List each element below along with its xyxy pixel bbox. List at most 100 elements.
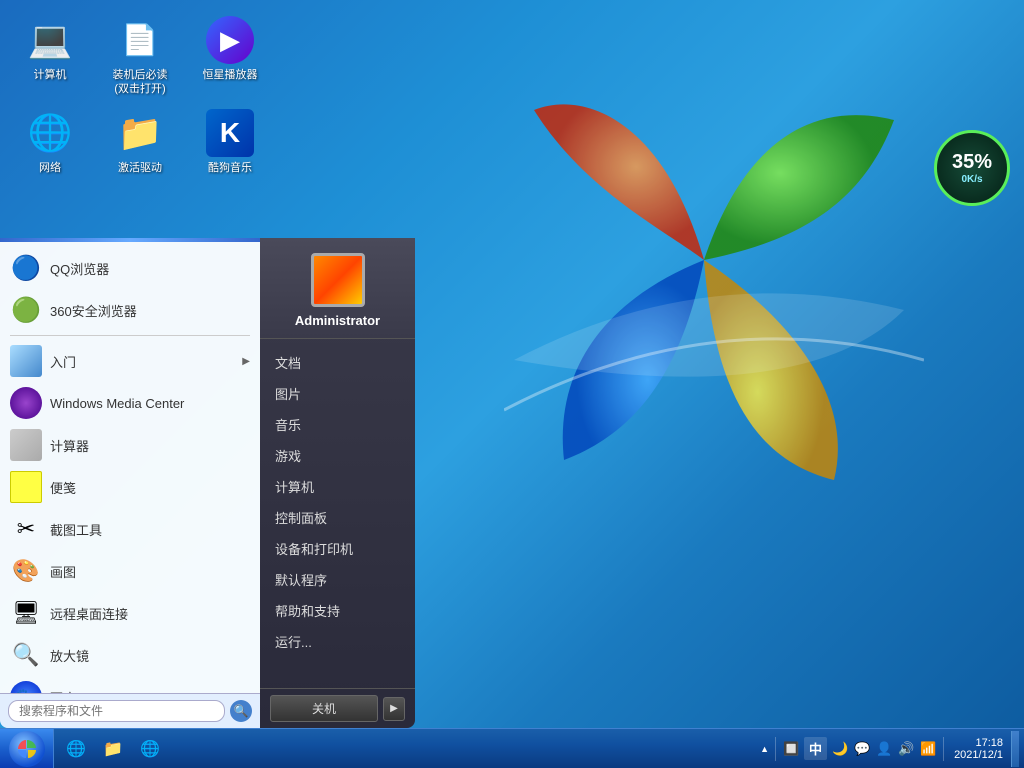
snipping-label: 截图工具 [50,520,250,539]
start-button[interactable] [0,729,54,768]
taskbar: 🌐 📁 🌐 ▲ 🔲 中 🌙 💬 👤 🔊 📶 17:18 2021/12/1 [0,728,1024,768]
remote-label: 远程桌面连接 [50,604,250,623]
install-apps-label: 装机后必读(双击打开) [106,68,174,97]
desktop-icons-container: 💻 计算机 📄 装机后必读(双击打开) ▶ 恒星播放器 🌐 网络 📁 激活驱动 [10,10,270,181]
start-menu-item-wmc[interactable]: Windows Media Center [0,382,260,424]
kkmusic-icon: K [206,109,254,157]
desktop-icon-row-2: 🌐 网络 📁 激活驱动 K 酷狗音乐 [10,103,270,181]
right-link-music[interactable]: 音乐 [260,409,415,440]
taskbar-app-network[interactable]: 🌐 [59,732,93,766]
tray-bubble-icon[interactable]: 💬 [853,740,871,758]
start-menu: 🔵 QQ浏览器 🟢 360安全浏览器 入门 ▶ [0,238,415,728]
tray-clock: 17:18 2021/12/1 [950,737,1007,761]
magnifier-icon: 🔍 [10,639,42,671]
baidu-icon: 🐾 [10,681,42,693]
taskbar-app-ie[interactable]: 🌐 [133,732,167,766]
start-menu-item-sticky[interactable]: 便笺 [0,466,260,508]
tray-checkbox-icon[interactable]: 🔲 [782,740,800,758]
taskbar-apps: 🌐 📁 🌐 [54,732,755,766]
search-button[interactable]: 🔍 [230,700,252,722]
media-player-icon: ▶ [206,16,254,64]
right-link-devices[interactable]: 设备和打印机 [260,533,415,564]
start-menu-item-calculator[interactable]: 计算器 [0,424,260,466]
user-section: Administrator [260,238,415,339]
start-menu-item-intro[interactable]: 入门 ▶ [0,340,260,382]
driver-label: 激活驱动 [118,161,162,175]
right-link-pictures[interactable]: 图片 [260,378,415,409]
start-menu-item-magnifier[interactable]: 🔍 放大镜 [0,634,260,676]
show-desktop-button[interactable] [1011,731,1019,767]
search-input[interactable] [8,700,225,722]
start-menu-items: 🔵 QQ浏览器 🟢 360安全浏览器 入门 ▶ [0,242,260,693]
tray-expand-arrow[interactable]: ▲ [760,744,769,754]
snipping-icon: ✂ [10,513,42,545]
desktop-icon-install-apps[interactable]: 📄 装机后必读(双击打开) [100,10,180,103]
right-link-default-programs[interactable]: 默认程序 [260,564,415,595]
start-menu-item-snipping[interactable]: ✂ 截图工具 [0,508,260,550]
start-menu-item-paint[interactable]: 🎨 画图 [0,550,260,592]
shutdown-button[interactable]: 关机 [270,695,378,722]
wmc-icon [10,387,42,419]
taskbar-app-explorer[interactable]: 📁 [96,732,130,766]
right-link-control-panel[interactable]: 控制面板 [260,502,415,533]
tray-volume-icon[interactable]: 🔊 [897,740,915,758]
start-menu-item-remote[interactable]: 🖥 远程桌面连接 [0,592,260,634]
taskbar-ie-icon: 🌐 [140,739,160,759]
media-player-label: 恒星播放器 [203,68,258,82]
kkmusic-label: 酷狗音乐 [208,161,252,175]
tray-user-icon[interactable]: 👤 [875,740,893,758]
paint-label: 画图 [50,562,250,581]
right-link-help[interactable]: 帮助和支持 [260,595,415,626]
network-icon: 🌐 [26,109,74,157]
network-label: 网络 [39,161,61,175]
start-menu-left: 🔵 QQ浏览器 🟢 360安全浏览器 入门 ▶ [0,238,260,728]
qq-browser-icon: 🔵 [10,252,42,284]
start-menu-item-baidu[interactable]: 🐾 百度一下 [0,676,260,693]
qq-browser-label: QQ浏览器 [50,259,250,278]
taskbar-network-icon: 🌐 [66,739,86,759]
start-orb [9,731,45,767]
divider-1 [10,335,250,336]
widget-speed: 0K/s [961,174,982,185]
shutdown-arrow[interactable]: ▶ [383,697,405,721]
right-link-games[interactable]: 游戏 [260,440,415,471]
start-menu-bottom: 关机 ▶ [260,688,415,728]
desktop-icon-computer[interactable]: 💻 计算机 [10,10,90,103]
desktop-icon-driver[interactable]: 📁 激活驱动 [100,103,180,181]
desktop-icon-kkmusic[interactable]: K 酷狗音乐 [190,103,270,181]
tray-divider-1 [775,737,776,761]
intro-label: 入门 [50,352,242,371]
desktop-widget: 35% 0K/s [934,130,1014,210]
widget-circle: 35% 0K/s [934,130,1010,206]
start-menu-item-qq-browser[interactable]: 🔵 QQ浏览器 [0,247,260,289]
computer-icon: 💻 [26,16,74,64]
start-menu-right: Administrator 文档 图片 音乐 游戏 计算机 控制面板 设备和打印… [260,238,415,728]
windows-orb-icon [16,738,38,760]
desktop: 💻 计算机 📄 装机后必读(双击打开) ▶ 恒星播放器 🌐 网络 📁 激活驱动 [0,0,1024,768]
driver-icon: 📁 [116,109,164,157]
tray-network-tray-icon[interactable]: 📶 [919,740,937,758]
intro-arrow: ▶ [242,356,250,367]
tray-date: 2021/12/1 [954,749,1003,761]
sticky-label: 便笺 [50,478,250,497]
tray-moon-icon[interactable]: 🌙 [831,740,849,758]
install-apps-icon: 📄 [116,16,164,64]
calculator-label: 计算器 [50,436,250,455]
right-link-documents[interactable]: 文档 [260,347,415,378]
widget-percent: 35% [952,151,992,174]
avatar [311,253,365,307]
desktop-icon-media-player[interactable]: ▶ 恒星播放器 [190,10,270,103]
windows-logo [504,60,924,480]
360-browser-icon: 🟢 [10,294,42,326]
ime-indicator[interactable]: 中 [804,737,827,760]
right-link-computer[interactable]: 计算机 [260,471,415,502]
magnifier-label: 放大镜 [50,646,250,665]
start-menu-item-360-browser[interactable]: 🟢 360安全浏览器 [0,289,260,331]
user-name: Administrator [295,313,380,328]
right-link-run[interactable]: 运行... [260,626,415,657]
calculator-icon [10,429,42,461]
desktop-icon-network[interactable]: 🌐 网络 [10,103,90,181]
system-tray: ▲ 🔲 中 🌙 💬 👤 🔊 📶 17:18 2021/12/1 [755,731,1024,767]
tray-time: 17:18 [975,737,1003,749]
tray-divider-2 [943,737,944,761]
